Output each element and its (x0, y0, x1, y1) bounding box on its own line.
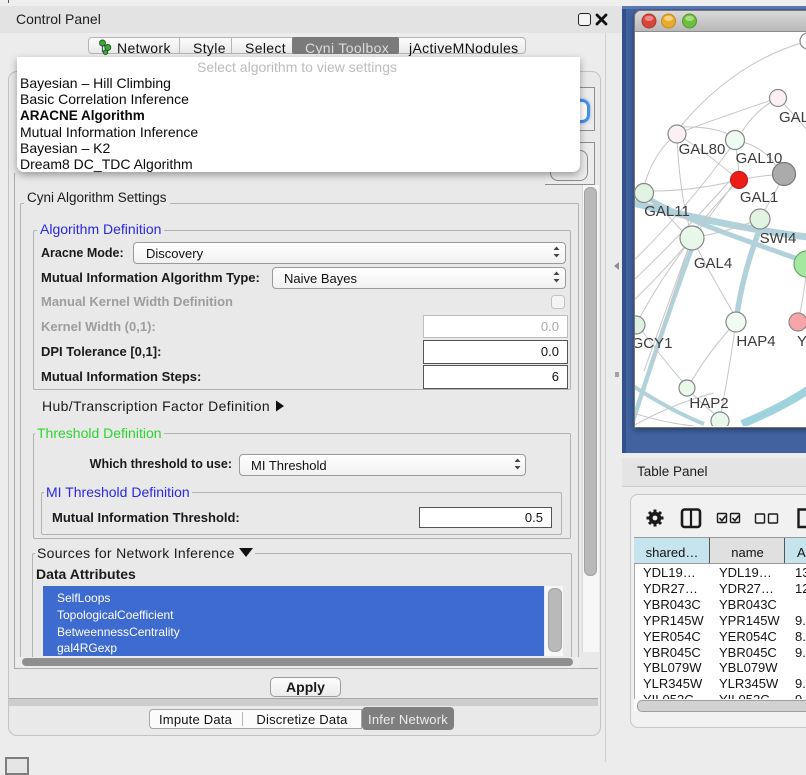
svg-text:HAP4: HAP4 (736, 333, 775, 350)
svg-text:GAL1: GAL1 (740, 189, 778, 206)
svg-text:GCY1: GCY1 (635, 335, 672, 352)
svg-text:GAL80: GAL80 (679, 141, 726, 158)
svg-text:SWI4: SWI4 (760, 230, 797, 247)
svg-text:GAL4: GAL4 (694, 255, 732, 272)
svg-text:GAL10: GAL10 (736, 150, 783, 167)
svg-text:GAL11: GAL11 (644, 203, 690, 220)
svg-text:YEL: YEL (797, 333, 806, 350)
svg-text:HAP2: HAP2 (689, 395, 728, 412)
svg-text:GAL7: GAL7 (779, 109, 806, 126)
